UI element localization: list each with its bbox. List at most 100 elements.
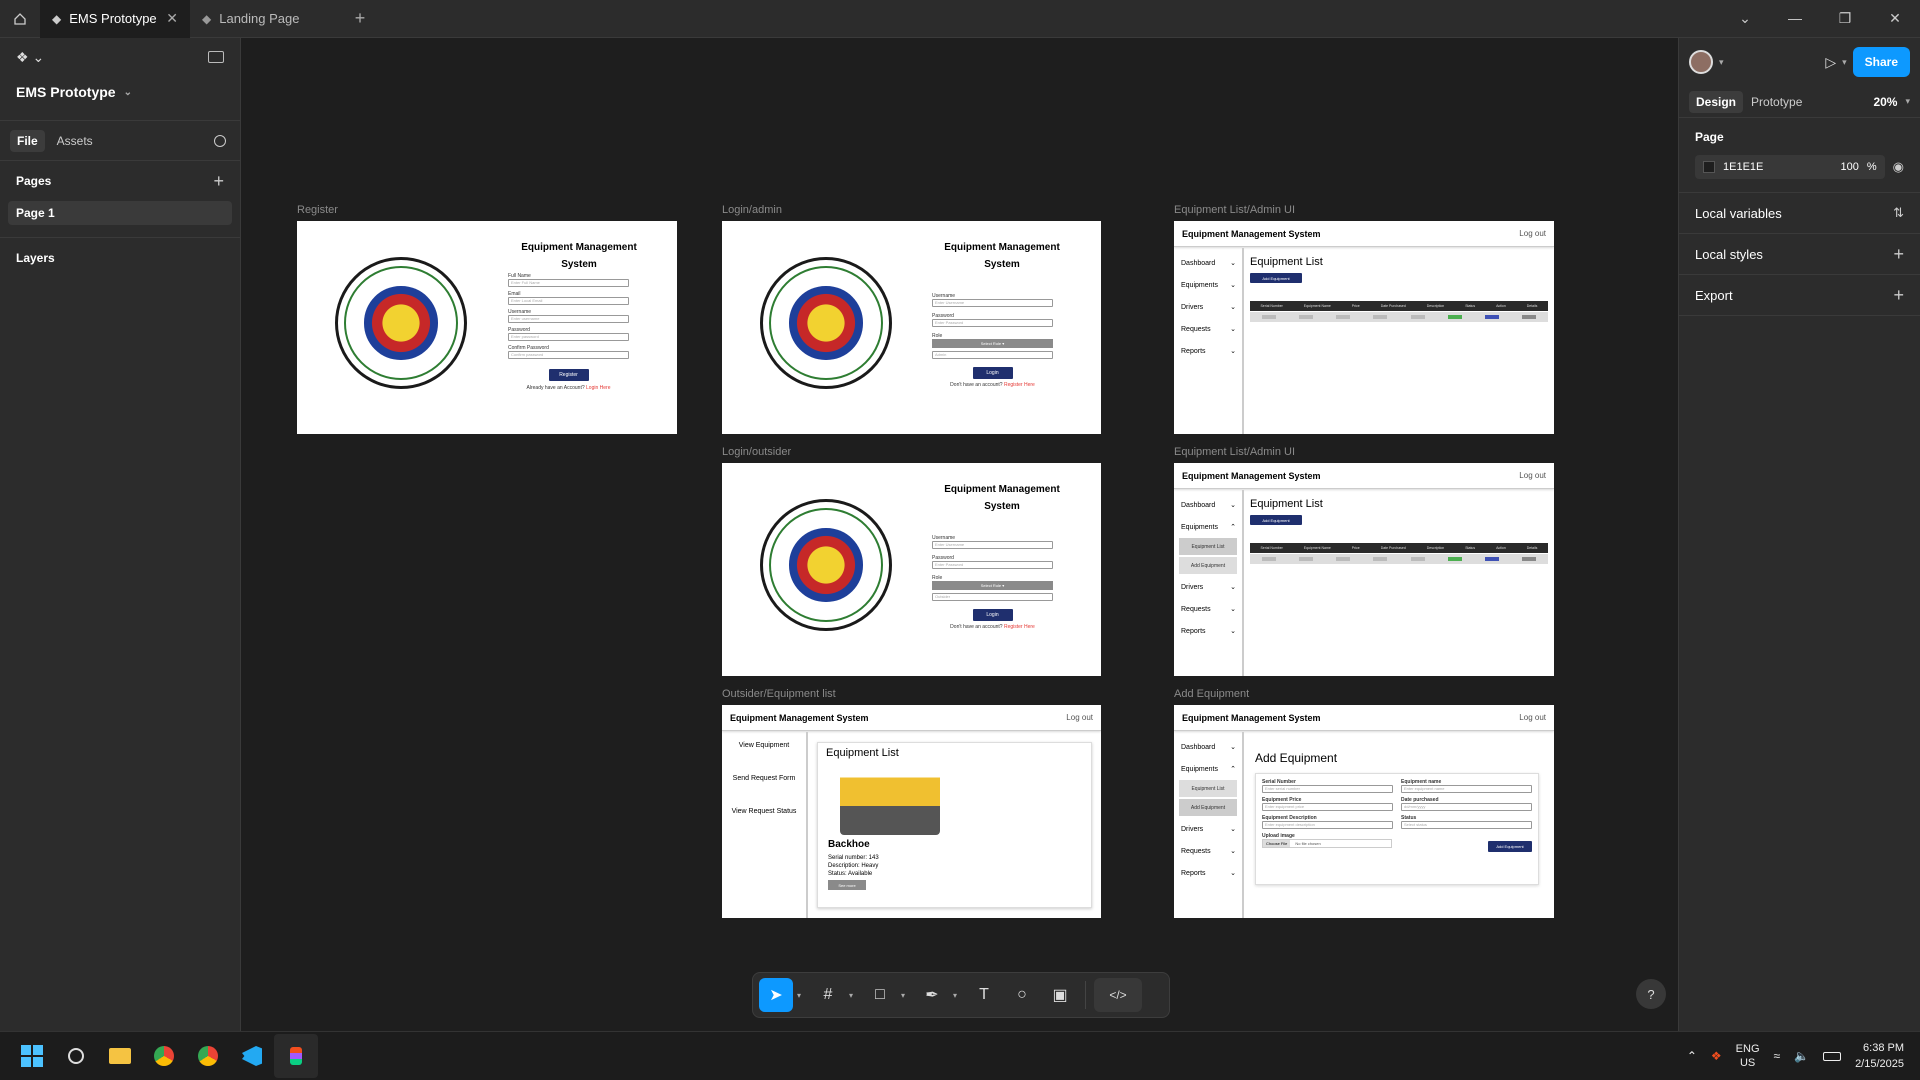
date-field[interactable]: dd/mm/yyyy (1401, 803, 1532, 811)
pen-tool-icon[interactable]: ✒ (915, 978, 949, 1012)
sidebar-item-equipments[interactable]: Equipments ⌃ (1174, 758, 1242, 780)
chevron-down-icon[interactable]: ▾ (849, 991, 859, 1000)
frame-label-equip-list-2[interactable]: Equipment List/Admin UI (1174, 446, 1295, 458)
sidebar-item-equipments[interactable]: Equipments ⌄ (1174, 274, 1242, 296)
serial-field[interactable]: Enter serial number (1262, 785, 1393, 793)
username-field[interactable]: Enter Username (932, 299, 1053, 307)
role-select[interactable]: Select Role ▾ (932, 581, 1053, 590)
chevron-down-icon[interactable]: ▾ (1719, 57, 1724, 68)
frame-equip-list-1[interactable]: Equipment Management System Log out Dash… (1174, 221, 1554, 434)
start-windows-icon[interactable] (10, 1034, 54, 1078)
full-name-field[interactable]: Enter Full Name (508, 279, 629, 287)
email-field[interactable]: Enter Local Email (508, 297, 629, 305)
tab-landing-page[interactable]: ◆ Landing Page (190, 0, 340, 38)
share-button[interactable]: Share (1852, 47, 1910, 77)
sidebar-sub-equipment-list[interactable]: Equipment List (1179, 780, 1237, 797)
add-equipment-button[interactable]: Add Equipment (1250, 515, 1302, 525)
figma-icon[interactable] (274, 1034, 318, 1078)
sidebar-item-requests[interactable]: Requests ⌄ (1174, 318, 1242, 340)
tab-ems-prototype[interactable]: ◆ EMS Prototype ✕ (40, 0, 190, 38)
tab-prototype[interactable]: Prototype (1751, 95, 1802, 109)
sidebar-item-drivers[interactable]: Drivers ⌄ (1174, 296, 1242, 318)
password-field[interactable]: Enter password (508, 333, 629, 341)
wifi-icon[interactable]: ≈ (1774, 1049, 1781, 1063)
frame-login-outsider[interactable]: Equipment Management System Username Ent… (722, 463, 1101, 676)
name-field[interactable]: Enter equipment name (1401, 785, 1532, 793)
sidebar-item-dashboard[interactable]: Dashboard ⌄ (1174, 494, 1242, 516)
frame-label-register[interactable]: Register (297, 204, 338, 216)
submit-add-equipment-button[interactable]: Add Equipment (1488, 841, 1532, 852)
chevron-down-icon[interactable]: ▾ (797, 991, 807, 1000)
frame-add-equipment[interactable]: Equipment Management System Log out Dash… (1174, 705, 1554, 918)
frame-outsider-list[interactable]: Equipment Management System Log out View… (722, 705, 1101, 918)
frame-register[interactable]: Equipment Management System Full Name En… (297, 221, 677, 434)
status-select[interactable]: Select status (1401, 821, 1532, 829)
password-field[interactable]: Enter Password (932, 561, 1053, 569)
file-input[interactable]: Choose File No file chosen (1262, 839, 1392, 848)
file-name-row[interactable]: EMS Prototype ⌄ (0, 76, 240, 108)
logout-link[interactable]: Log out (1519, 713, 1546, 722)
close-window-button[interactable]: ✕ (1870, 10, 1920, 27)
sidebar-item-reports[interactable]: Reports ⌄ (1174, 340, 1242, 362)
role-value-field[interactable]: Admin (932, 351, 1053, 359)
frame-label-equip-list-1[interactable]: Equipment List/Admin UI (1174, 204, 1295, 216)
chevron-down-icon[interactable]: ⌄ (1720, 10, 1770, 27)
rectangle-tool-icon[interactable]: □ (863, 978, 897, 1012)
move-tool-icon[interactable]: ➤ (759, 978, 793, 1012)
role-value-field[interactable]: Outsider (932, 593, 1053, 601)
logout-link[interactable]: Log out (1066, 713, 1093, 722)
sidebar-item-reports[interactable]: Reports ⌄ (1174, 620, 1242, 642)
battery-icon[interactable] (1823, 1051, 1842, 1061)
tab-file[interactable]: File (10, 129, 45, 152)
chrome-icon[interactable] (142, 1034, 186, 1078)
register-here-link[interactable]: Register Here (1004, 382, 1035, 388)
tab-design[interactable]: Design (1689, 90, 1744, 113)
sidebar-sub-add-equipment[interactable]: Add Equipment (1179, 557, 1237, 574)
avatar[interactable] (1689, 50, 1713, 74)
clock[interactable]: 6:38 PM 2/15/2025 (1855, 1040, 1904, 1072)
logout-link[interactable]: Log out (1519, 229, 1546, 238)
frame-tool-icon[interactable]: # (811, 978, 845, 1012)
comment-tool-icon[interactable]: ○ (1005, 978, 1039, 1012)
local-variables-row[interactable]: Local variables ⇅ (1679, 193, 1920, 234)
sidebar-item-reports[interactable]: Reports ⌄ (1174, 862, 1242, 884)
page-item-page-1[interactable]: Page 1 (8, 201, 232, 225)
register-here-link[interactable]: Register Here (1004, 624, 1035, 630)
username-field[interactable]: Enter username (508, 315, 629, 323)
chevron-down-icon[interactable]: ▾ (953, 991, 963, 1000)
maximize-button[interactable]: ❐ (1820, 10, 1870, 27)
sidebar-item-requests[interactable]: Requests ⌄ (1174, 598, 1242, 620)
vscode-icon[interactable] (230, 1034, 274, 1078)
sidebar-item-drivers[interactable]: Drivers ⌄ (1174, 576, 1242, 598)
login-button[interactable]: Login (972, 609, 1013, 621)
choose-file-button[interactable]: Choose File (1263, 840, 1291, 847)
close-icon[interactable]: ✕ (166, 10, 178, 27)
toggle-sidebar-icon[interactable] (208, 51, 224, 63)
chevron-down-icon[interactable]: ▾ (1842, 57, 1847, 68)
opacity-value[interactable]: 100 (1841, 161, 1859, 173)
actions-tool-icon[interactable]: ▣ (1043, 978, 1077, 1012)
file-explorer-icon[interactable] (98, 1034, 142, 1078)
logout-link[interactable]: Log out (1519, 471, 1546, 480)
add-page-icon[interactable]: + (213, 171, 224, 192)
add-export-icon[interactable]: + (1893, 285, 1904, 306)
search-icon[interactable] (214, 134, 226, 147)
price-field[interactable]: Enter equipment price (1262, 803, 1393, 811)
chevron-down-icon[interactable]: ▾ (1905, 96, 1910, 107)
language-indicator[interactable]: ENG US (1736, 1042, 1760, 1070)
adjust-icon[interactable]: ⇅ (1893, 205, 1904, 221)
present-play-icon[interactable]: ▷ (1825, 54, 1836, 71)
help-icon[interactable]: ? (1636, 979, 1666, 1009)
confirm-password-field[interactable]: Confirm password (508, 351, 629, 359)
frame-label-login-outsider[interactable]: Login/outsider (722, 446, 791, 458)
sidebar-item-request-status[interactable]: View Request Status (722, 802, 806, 835)
volume-icon[interactable]: 🔈 (1794, 1049, 1809, 1063)
sidebar-item-view-equipment[interactable]: View Equipment (722, 736, 806, 769)
sidebar-item-requests[interactable]: Requests ⌄ (1174, 840, 1242, 862)
new-tab-button[interactable]: + (340, 0, 380, 38)
frame-login-admin[interactable]: Equipment Management System Username Ent… (722, 221, 1101, 434)
home-icon[interactable] (0, 0, 40, 38)
sidebar-item-send-request[interactable]: Send Request Form (722, 769, 806, 802)
register-button[interactable]: Register (548, 369, 589, 381)
sidebar-item-dashboard[interactable]: Dashboard ⌄ (1174, 252, 1242, 274)
